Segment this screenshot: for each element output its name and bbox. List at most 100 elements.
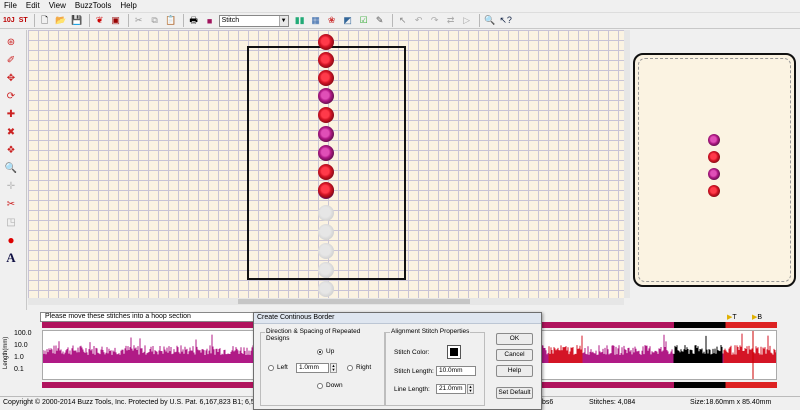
check-icon[interactable]: ☑ xyxy=(357,14,371,28)
copyright-text: Copyright © 2000-2014 Buzz Tools, Inc. P… xyxy=(3,399,277,406)
edit-icon[interactable]: ✎ xyxy=(373,14,387,28)
menu-help[interactable]: Help xyxy=(116,0,141,12)
thread-bars-icon[interactable]: ▮▮ xyxy=(293,14,307,28)
rotate-tool-icon[interactable]: ⟳ xyxy=(3,88,19,104)
stitch-delete-icon[interactable]: ✖ xyxy=(3,124,19,140)
mode-st-button[interactable]: ST xyxy=(18,14,29,28)
preview-flower xyxy=(708,151,720,163)
grid-select-icon[interactable]: ◳ xyxy=(3,214,19,230)
text-tool-icon[interactable]: A xyxy=(3,250,19,266)
stitch-add-icon[interactable]: ✚ xyxy=(3,106,19,122)
copy-icon[interactable]: ⧉ xyxy=(148,14,162,28)
select-tool-icon[interactable]: ✐ xyxy=(3,52,19,68)
chevron-down-icon: ▼ xyxy=(278,15,288,26)
ghost-flower xyxy=(318,224,334,240)
color-fill-icon[interactable]: ● xyxy=(3,232,19,248)
stitch-color-swatch[interactable] xyxy=(447,345,461,359)
spacing-input[interactable]: 1.0mm xyxy=(296,363,329,373)
new-file-icon[interactable]: 🗋 xyxy=(38,14,52,28)
flower-design[interactable] xyxy=(318,145,334,161)
design-frame-icon[interactable]: ▣ xyxy=(109,14,123,28)
hoop-tool-icon[interactable]: ⊛ xyxy=(3,34,19,50)
move-tool-icon[interactable]: ✥ xyxy=(3,70,19,86)
menu-buzztools[interactable]: BuzzTools xyxy=(71,0,116,12)
spacing-spinner[interactable]: ▲ ▼ xyxy=(330,363,337,373)
ghost-flower xyxy=(318,205,334,221)
flower-design[interactable] xyxy=(318,164,334,180)
crosshair-icon[interactable]: ✛ xyxy=(3,178,19,194)
left-radio[interactable] xyxy=(268,365,274,371)
ghost-flower xyxy=(318,262,334,278)
color-view-icon[interactable]: ◩ xyxy=(341,14,355,28)
up-radio[interactable] xyxy=(317,349,323,355)
pointer-icon[interactable]: ↖ xyxy=(396,14,410,28)
open-folder-icon[interactable]: 📂 xyxy=(54,14,68,28)
split-tool-icon[interactable]: ✂ xyxy=(3,196,19,212)
stitch-count-text: Stitches: 4,084 xyxy=(589,399,636,406)
file-name-text: bs6 xyxy=(542,399,554,406)
flower-design[interactable] xyxy=(318,182,334,198)
paste-icon[interactable]: 📋 xyxy=(164,14,178,28)
flower-design[interactable] xyxy=(318,88,334,104)
direction-group: Direction & Spacing of Repeated Designs … xyxy=(260,328,385,406)
toolbar-divider xyxy=(88,14,90,27)
canvas-vertical-scrollbar[interactable] xyxy=(624,30,630,298)
toolbar-divider xyxy=(33,14,35,27)
mode-10j-button[interactable]: 10J xyxy=(2,14,16,28)
stitch-step-icon[interactable]: ⇄ xyxy=(444,14,458,28)
line-length-input[interactable]: 21.0mm xyxy=(436,384,466,394)
down-radio[interactable] xyxy=(317,383,323,389)
canvas-horizontal-scrollbar[interactable] xyxy=(28,298,624,305)
design-view-icon[interactable]: ❀ xyxy=(325,14,339,28)
border-tool-icon[interactable]: ❖ xyxy=(3,142,19,158)
preview-panel xyxy=(631,30,800,306)
toolbar-divider xyxy=(478,14,480,27)
alignment-group: Alignment Stitch Properties Stitch Color… xyxy=(385,328,485,406)
marker-t-flag[interactable]: ▶T xyxy=(727,313,737,321)
line-length-spinner[interactable]: ▲ ▼ xyxy=(467,384,474,394)
flower-design[interactable] xyxy=(318,70,334,86)
play-icon[interactable]: ▷ xyxy=(460,14,474,28)
stitch-mode-value: Stitch xyxy=(221,17,240,24)
set-default-button[interactable]: Set Default xyxy=(496,387,533,399)
ghost-flower xyxy=(318,243,334,259)
redo-icon[interactable]: ↷ xyxy=(428,14,442,28)
right-radio[interactable] xyxy=(347,365,353,371)
print-icon[interactable]: 🖶 xyxy=(187,14,201,28)
app-window: File Edit View BuzzTools Help 10J ST 🗋 📂… xyxy=(0,0,800,410)
design-size-text: Size:18.60mm x 85.40mm xyxy=(690,399,772,406)
zoom-icon[interactable]: 🔍 xyxy=(483,14,497,28)
flower-design[interactable] xyxy=(318,107,334,123)
undo-icon[interactable]: ↶ xyxy=(412,14,426,28)
design-canvas[interactable] xyxy=(28,30,624,298)
cancel-button[interactable]: Cancel xyxy=(496,349,533,361)
help-button[interactable]: Help xyxy=(496,365,533,377)
preview-hoop xyxy=(633,53,796,287)
graph-y-axis: Length(mm) 100.0 10.0 1.0 0.1 xyxy=(0,324,40,384)
stitch-length-input[interactable]: 10.0mm xyxy=(436,366,476,376)
status-message: Please move these stitches into a hoop s… xyxy=(40,312,260,322)
save-icon[interactable]: 💾 xyxy=(70,14,84,28)
y-tick: 10.0 xyxy=(14,342,28,349)
design-red-icon[interactable]: ❦ xyxy=(93,14,107,28)
flower-design[interactable] xyxy=(318,52,334,68)
menu-edit[interactable]: Edit xyxy=(22,0,45,12)
down-label: Down xyxy=(326,382,343,389)
color-palette-icon[interactable]: ■ xyxy=(203,14,217,28)
marker-b-flag[interactable]: ▶B xyxy=(752,313,762,321)
menu-bar: File Edit View BuzzTools Help xyxy=(0,0,800,12)
y-tick: 100.0 xyxy=(14,330,32,337)
context-help-icon[interactable]: ↖? xyxy=(499,14,513,28)
stitch-color-label: Stitch Color: xyxy=(394,349,430,356)
cut-icon[interactable]: ✂ xyxy=(132,14,146,28)
scrollbar-thumb[interactable] xyxy=(238,299,470,304)
ok-button[interactable]: OK xyxy=(496,333,533,345)
flower-design[interactable] xyxy=(318,126,334,142)
flower-design[interactable] xyxy=(318,34,334,50)
stitch-mode-select[interactable]: Stitch ▼ xyxy=(218,14,289,27)
menu-view[interactable]: View xyxy=(45,0,71,12)
grid-toggle-icon[interactable]: ▦ xyxy=(309,14,323,28)
toolbar-divider xyxy=(182,14,184,27)
menu-file[interactable]: File xyxy=(0,0,22,12)
zoom-tool-icon[interactable]: 🔍 xyxy=(3,160,19,176)
